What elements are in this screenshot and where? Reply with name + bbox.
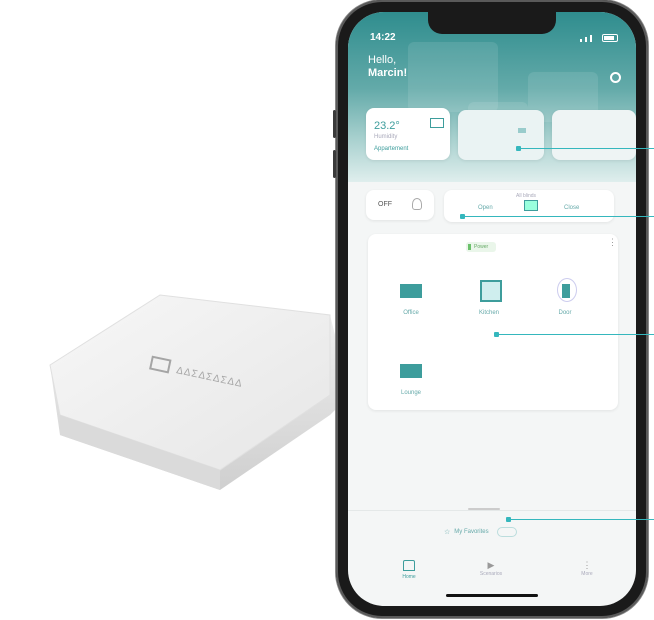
battery-badge: Power <box>466 242 496 252</box>
callout-line <box>499 334 654 335</box>
home-indicator <box>446 594 538 597</box>
light-bulb-icon <box>412 198 422 210</box>
scene-left[interactable]: Open <box>478 205 493 211</box>
more-options-icon[interactable]: ⋮ <box>608 238 617 247</box>
phone-notch <box>428 12 556 34</box>
nav-home[interactable]: Home <box>384 560 434 580</box>
star-icon: ☆ <box>444 529 451 536</box>
device-card-3[interactable] <box>552 110 636 160</box>
room-card: Power ⋮ Office Kitchen Door Lounge <box>368 234 618 410</box>
favorites-toggle[interactable] <box>496 527 517 537</box>
nav-scenarios[interactable]: ▶ Scenarios <box>466 560 516 577</box>
phone-side-button <box>333 110 336 138</box>
home-icon <box>403 560 415 571</box>
greeting-name: Marcin! <box>368 67 408 79</box>
hub-device-image: ΔΔΣΔΣΔΣΔΔ <box>49 294 350 490</box>
device-icon <box>518 128 526 133</box>
favorites-button[interactable]: ☆ My Favorites <box>444 527 517 537</box>
temperature-value: 23.2° <box>374 120 400 132</box>
callout-line <box>521 148 654 149</box>
blinds-icon <box>524 200 538 211</box>
room-device-lounge[interactable]: Lounge <box>396 360 426 396</box>
room-device-door[interactable]: Door <box>550 278 580 316</box>
device-card-name: Appartement <box>374 146 409 152</box>
light-toggle-card[interactable]: OFF <box>366 190 434 220</box>
scene-card[interactable]: All blinds Open Close <box>444 190 614 222</box>
phone-frame: 14:22 Hello, Marcin! 23.2° Humidity Appa… <box>333 0 648 618</box>
blind-icon <box>400 364 422 378</box>
thermostat-icon <box>430 118 444 128</box>
door-icon <box>562 284 570 298</box>
app-screen: 14:22 Hello, Marcin! 23.2° Humidity Appa… <box>348 12 636 606</box>
more-icon: ⋮ <box>582 560 592 570</box>
divider <box>348 510 636 511</box>
status-time: 14:22 <box>370 32 396 43</box>
callout-line <box>465 216 654 217</box>
nav-more[interactable]: ⋮ More <box>562 560 612 577</box>
greeting-hello: Hello, <box>368 54 397 66</box>
scene-right[interactable]: Close <box>564 205 579 211</box>
device-card-2[interactable] <box>458 110 544 160</box>
device-card-appartement[interactable]: 23.2° Humidity Appartement <box>366 108 450 160</box>
phone-side-button <box>333 150 336 178</box>
scene-label: All blinds <box>516 193 537 199</box>
room-device-office[interactable]: Office <box>396 280 426 316</box>
blind-icon <box>400 284 422 298</box>
light-state: OFF <box>378 201 392 208</box>
play-icon: ▶ <box>487 560 495 570</box>
temperature-sub-label: Humidity <box>374 134 398 140</box>
room-device-kitchen[interactable]: Kitchen <box>474 280 504 316</box>
settings-gear-icon[interactable] <box>610 72 621 83</box>
battery-icon <box>602 34 618 42</box>
window-icon <box>480 280 502 302</box>
callout-line <box>511 519 654 520</box>
status-icons <box>580 34 618 42</box>
